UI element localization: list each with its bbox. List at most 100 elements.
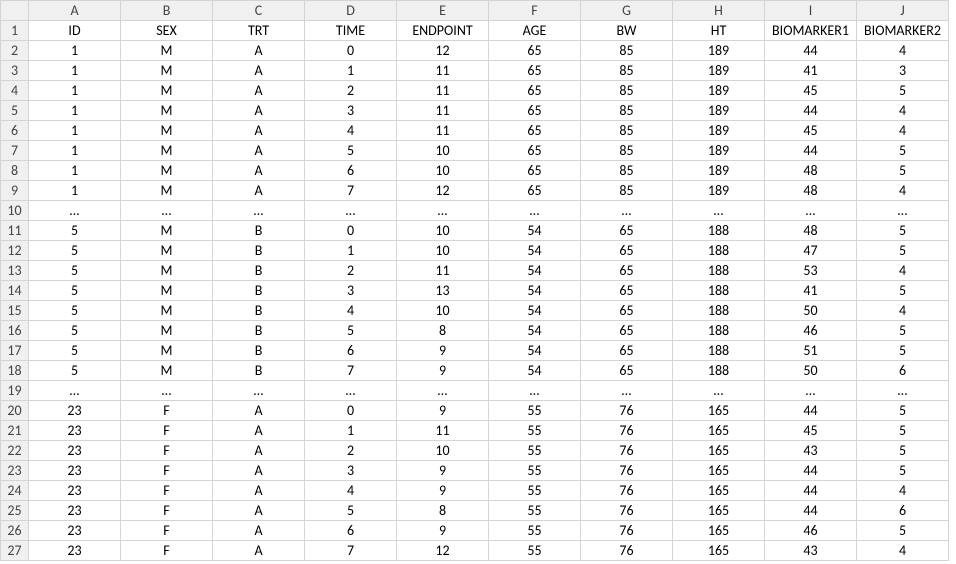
row-header-23[interactable]: 23 — [1, 461, 29, 481]
data-cell[interactable]: 1 — [29, 181, 121, 201]
data-cell[interactable]: 5 — [857, 141, 949, 161]
row-header-27[interactable]: 27 — [1, 541, 29, 561]
data-cell[interactable]: 1 — [29, 101, 121, 121]
data-cell[interactable]: 5 — [29, 281, 121, 301]
data-cell[interactable]: 1 — [305, 61, 397, 81]
data-cell[interactable]: 44 — [765, 141, 857, 161]
data-cell[interactable]: M — [121, 101, 213, 121]
data-cell[interactable]: … — [857, 201, 949, 221]
header-cell[interactable]: AGE — [489, 21, 581, 41]
data-cell[interactable]: 76 — [581, 461, 673, 481]
data-cell[interactable]: M — [121, 321, 213, 341]
data-cell[interactable]: 4 — [857, 301, 949, 321]
data-cell[interactable]: 85 — [581, 121, 673, 141]
data-cell[interactable]: 65 — [581, 301, 673, 321]
data-cell[interactable]: … — [305, 201, 397, 221]
data-cell[interactable]: 44 — [765, 481, 857, 501]
data-cell[interactable]: 9 — [397, 461, 489, 481]
data-cell[interactable]: 5 — [857, 521, 949, 541]
data-cell[interactable]: 188 — [673, 281, 765, 301]
data-cell[interactable]: 54 — [489, 261, 581, 281]
data-cell[interactable]: 3 — [305, 101, 397, 121]
data-cell[interactable]: F — [121, 501, 213, 521]
data-cell[interactable]: 50 — [765, 301, 857, 321]
data-cell[interactable]: 7 — [305, 361, 397, 381]
data-cell[interactable]: 188 — [673, 321, 765, 341]
row-header-19[interactable]: 19 — [1, 381, 29, 401]
data-cell[interactable]: 55 — [489, 521, 581, 541]
data-cell[interactable]: 5 — [857, 401, 949, 421]
data-cell[interactable]: 188 — [673, 361, 765, 381]
data-cell[interactable]: 4 — [857, 261, 949, 281]
data-cell[interactable]: 8 — [397, 501, 489, 521]
data-cell[interactable]: 6 — [305, 521, 397, 541]
data-cell[interactable]: 45 — [765, 81, 857, 101]
data-cell[interactable]: … — [765, 201, 857, 221]
data-cell[interactable]: 54 — [489, 321, 581, 341]
data-cell[interactable]: 23 — [29, 421, 121, 441]
data-cell[interactable]: A — [213, 401, 305, 421]
data-cell[interactable]: B — [213, 341, 305, 361]
data-cell[interactable]: 11 — [397, 61, 489, 81]
row-header-5[interactable]: 5 — [1, 101, 29, 121]
data-cell[interactable]: … — [29, 201, 121, 221]
row-header-20[interactable]: 20 — [1, 401, 29, 421]
data-cell[interactable]: 1 — [305, 241, 397, 261]
data-cell[interactable]: A — [213, 61, 305, 81]
data-cell[interactable]: 5 — [857, 441, 949, 461]
data-cell[interactable]: … — [121, 201, 213, 221]
data-cell[interactable]: 85 — [581, 141, 673, 161]
data-cell[interactable]: 5 — [29, 321, 121, 341]
data-cell[interactable]: 0 — [305, 401, 397, 421]
data-cell[interactable]: F — [121, 421, 213, 441]
data-cell[interactable]: 85 — [581, 41, 673, 61]
row-header-13[interactable]: 13 — [1, 261, 29, 281]
data-cell[interactable]: 188 — [673, 261, 765, 281]
data-cell[interactable]: 2 — [305, 261, 397, 281]
data-cell[interactable]: 5 — [29, 261, 121, 281]
data-cell[interactable]: B — [213, 241, 305, 261]
data-cell[interactable]: 5 — [305, 321, 397, 341]
data-cell[interactable]: 5 — [29, 221, 121, 241]
data-cell[interactable]: A — [213, 421, 305, 441]
data-cell[interactable]: 43 — [765, 441, 857, 461]
data-cell[interactable]: A — [213, 481, 305, 501]
data-cell[interactable]: 5 — [857, 341, 949, 361]
data-cell[interactable]: … — [857, 381, 949, 401]
header-cell[interactable]: TRT — [213, 21, 305, 41]
data-cell[interactable]: 4 — [305, 481, 397, 501]
data-cell[interactable]: 12 — [397, 41, 489, 61]
data-cell[interactable]: 1 — [29, 161, 121, 181]
data-cell[interactable]: A — [213, 101, 305, 121]
data-cell[interactable]: 46 — [765, 521, 857, 541]
row-header-26[interactable]: 26 — [1, 521, 29, 541]
data-cell[interactable]: 5 — [29, 341, 121, 361]
data-cell[interactable]: 6 — [305, 161, 397, 181]
data-cell[interactable]: B — [213, 261, 305, 281]
data-cell[interactable]: 85 — [581, 161, 673, 181]
data-cell[interactable]: 13 — [397, 281, 489, 301]
row-header-4[interactable]: 4 — [1, 81, 29, 101]
data-cell[interactable]: 2 — [305, 81, 397, 101]
data-cell[interactable]: 9 — [397, 481, 489, 501]
data-cell[interactable]: 50 — [765, 361, 857, 381]
data-cell[interactable]: B — [213, 221, 305, 241]
row-header-21[interactable]: 21 — [1, 421, 29, 441]
header-cell[interactable]: TIME — [305, 21, 397, 41]
data-cell[interactable]: … — [489, 381, 581, 401]
column-header-B[interactable]: B — [121, 1, 213, 21]
header-cell[interactable]: ENDPOINT — [397, 21, 489, 41]
data-cell[interactable]: 11 — [397, 421, 489, 441]
data-cell[interactable]: 189 — [673, 101, 765, 121]
data-cell[interactable]: 10 — [397, 141, 489, 161]
data-cell[interactable]: B — [213, 281, 305, 301]
data-cell[interactable]: … — [581, 381, 673, 401]
data-cell[interactable]: 10 — [397, 441, 489, 461]
data-cell[interactable]: 65 — [489, 81, 581, 101]
data-cell[interactable]: 55 — [489, 481, 581, 501]
data-cell[interactable]: M — [121, 61, 213, 81]
data-cell[interactable]: 9 — [397, 361, 489, 381]
data-cell[interactable]: 65 — [581, 281, 673, 301]
data-cell[interactable]: 10 — [397, 221, 489, 241]
row-header-2[interactable]: 2 — [1, 41, 29, 61]
